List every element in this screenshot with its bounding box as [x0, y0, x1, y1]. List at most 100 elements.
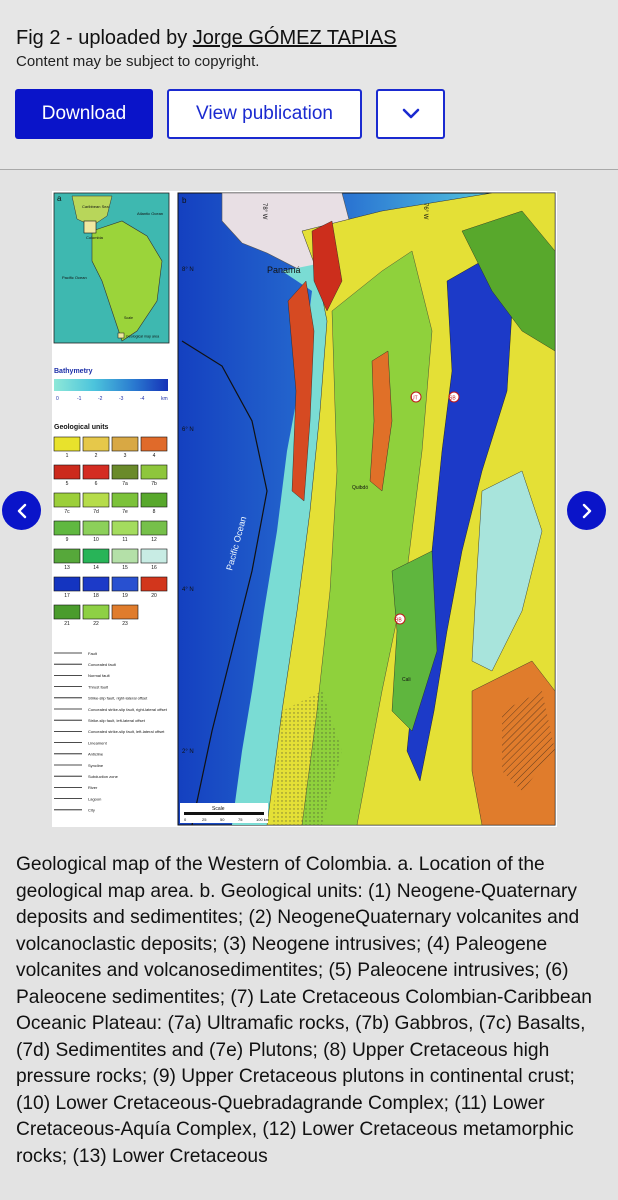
legend-line-label: Normal fault: [88, 673, 110, 678]
unit-swatch: [140, 520, 168, 536]
unit-swatch: [53, 576, 81, 592]
unit-swatch: [53, 604, 81, 620]
unit-label: 7b: [151, 481, 157, 487]
unit-label: 7a: [122, 481, 128, 487]
unit-label: 8: [153, 509, 156, 515]
scale-tick: 50: [220, 817, 225, 822]
unit-label: 12: [151, 537, 157, 543]
bathymetry-legend: Bathymetry 0 -1 -2 -3 -4 km: [54, 368, 168, 402]
legend-line-label: City: [88, 808, 95, 813]
legend-line-label: Thrust fault: [88, 684, 109, 689]
legend-line-label: Syncline: [88, 763, 104, 768]
unit-swatch: [82, 548, 110, 564]
lat-6-label: 6° N: [182, 427, 194, 433]
unit-label: 7c: [64, 509, 70, 515]
bathymetry-tick: -1: [77, 396, 82, 402]
unit-label: 5: [66, 481, 69, 487]
unit-swatch: [53, 548, 81, 564]
chevron-right-icon: [582, 503, 591, 518]
main-geological-map: 8° N 6° N 4° N 2° N 78° W 76° W b Panamá…: [177, 192, 556, 826]
geological-units-legend: Geological units 1 2 3 45 6 7a 7b7c 7d 7e 89 10 11 1…: [53, 424, 168, 627]
unit-swatch: [82, 576, 110, 592]
legend-line-label: Subduction zone: [88, 774, 119, 779]
unit-swatch: [53, 436, 81, 452]
lon-76-label: 76° W: [422, 203, 428, 220]
map-label-cali: Cali: [402, 677, 411, 683]
bathymetry-tick: 0: [56, 396, 59, 402]
map-label-panama: Panamá: [267, 265, 301, 275]
unit-label: 9: [66, 537, 69, 543]
scale-tick: 25: [202, 817, 207, 822]
legend-line-label: Anticline: [88, 752, 104, 757]
legend-line-label: Strike-slip fault, left-lateral offset: [88, 718, 146, 723]
unit-swatch: [82, 436, 110, 452]
unit-label: 2: [95, 453, 98, 459]
next-figure-button[interactable]: [567, 491, 606, 530]
panel-b-label: b: [182, 196, 187, 205]
unit-label: 6: [95, 481, 98, 487]
uploader-link[interactable]: Jorge GÓMEZ TAPIAS: [193, 27, 397, 49]
geological-map-figure: a Caribbean Sea Atlantic Ocean Colombia …: [52, 191, 557, 827]
figure-header: Fig 2 - uploaded by Jorge GÓMEZ TAPIAS C…: [0, 0, 618, 170]
bathymetry-tick: -2: [98, 396, 103, 402]
unit-swatch: [82, 464, 110, 480]
chevron-down-icon: [402, 108, 419, 119]
bathymetry-title: Bathymetry: [54, 368, 93, 375]
unit-swatch: [111, 436, 139, 452]
panel-a-label: a: [57, 194, 62, 203]
unit-swatch: [82, 604, 110, 620]
legend-line-label: River: [88, 785, 98, 790]
inset-scale-label: Scale: [124, 316, 133, 320]
unit-label: 21: [64, 621, 70, 627]
bathymetry-tick: -3: [119, 396, 124, 402]
unit-swatch: [111, 548, 139, 564]
legend-line-label: Lagoon: [88, 796, 101, 801]
unit-swatch: [53, 520, 81, 536]
unit-label: 14: [93, 565, 99, 571]
bathymetry-tick: -4: [140, 396, 145, 402]
lat-8-label: 8° N: [182, 267, 194, 273]
unit-swatch: [82, 520, 110, 536]
unit-label: 22: [93, 621, 99, 627]
lon-78-label: 78° W: [261, 203, 267, 220]
unit-swatch: [82, 492, 110, 508]
inset-label-atlantic: Atlantic Ocean: [137, 211, 163, 216]
figure-viewer: a Caribbean Sea Atlantic Ocean Colombia …: [0, 171, 618, 836]
chevron-left-icon: [17, 503, 26, 518]
unit-label: 23: [122, 621, 128, 627]
lat-4-label: 4° N: [182, 587, 194, 593]
unit-label: 1: [66, 453, 69, 459]
map-scale-label: Scale: [212, 806, 225, 812]
bathymetry-tick: km: [161, 396, 168, 402]
unit-label: 7d: [93, 509, 99, 515]
unit-label: 18: [93, 593, 99, 599]
unit-label: 20: [151, 593, 157, 599]
download-button[interactable]: Download: [15, 89, 153, 139]
unit-label: 7e: [122, 509, 128, 515]
legend-line-label: Concealed fault: [88, 662, 117, 667]
previous-figure-button[interactable]: [2, 491, 41, 530]
legend-line-label: Fault: [88, 651, 98, 656]
legend-line-label: Concealed strike-slip fault, right-later…: [88, 707, 168, 712]
figure-title-prefix: Fig 2 - uploaded by: [16, 27, 193, 49]
legend-line-label: Concealed strike-slip fault, left-latera…: [88, 729, 165, 734]
unit-swatch: [111, 604, 139, 620]
inset-label-pacific: Pacific Ocean: [62, 275, 87, 280]
unit-swatch: [111, 520, 139, 536]
inset-geo-area-label: Geological map area: [126, 335, 159, 339]
marker-sb: SB: [449, 396, 456, 402]
unit-label: 17: [64, 593, 70, 599]
unit-swatch: [111, 464, 139, 480]
more-options-button[interactable]: [376, 89, 445, 139]
scale-tick: 100 km: [256, 817, 270, 822]
legend-line-label: Lineament: [88, 740, 108, 745]
lat-2-label: 2° N: [182, 749, 194, 755]
scale-tick: 75: [238, 817, 243, 822]
unit-swatch: [111, 492, 139, 508]
copyright-notice: Content may be subject to copyright.: [16, 53, 260, 70]
unit-label: 13: [64, 565, 70, 571]
geological-map-image: a Caribbean Sea Atlantic Ocean Colombia …: [53, 192, 556, 826]
view-publication-button[interactable]: View publication: [167, 89, 362, 139]
unit-label: 19: [122, 593, 128, 599]
unit-swatch: [140, 548, 168, 564]
